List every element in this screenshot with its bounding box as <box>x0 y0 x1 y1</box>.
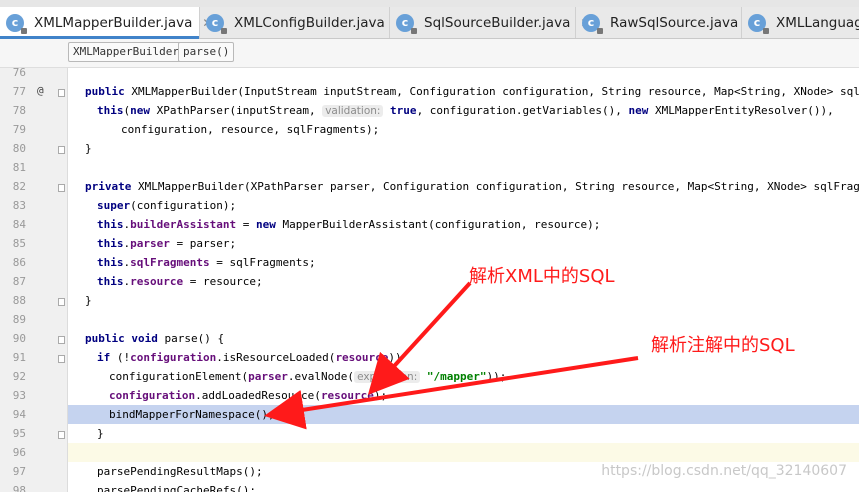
annotation-arrows <box>264 281 639 430</box>
annotation-xml-sql: 解析XML中的SQL <box>469 266 615 287</box>
watermark: https://blog.csdn.net/qq_32140607 <box>601 463 847 479</box>
annotation-annotation-sql: 解析注解中的SQL <box>651 335 795 356</box>
arrow-to-bind-mapper <box>264 356 639 430</box>
arrow-to-config-element <box>367 281 472 395</box>
